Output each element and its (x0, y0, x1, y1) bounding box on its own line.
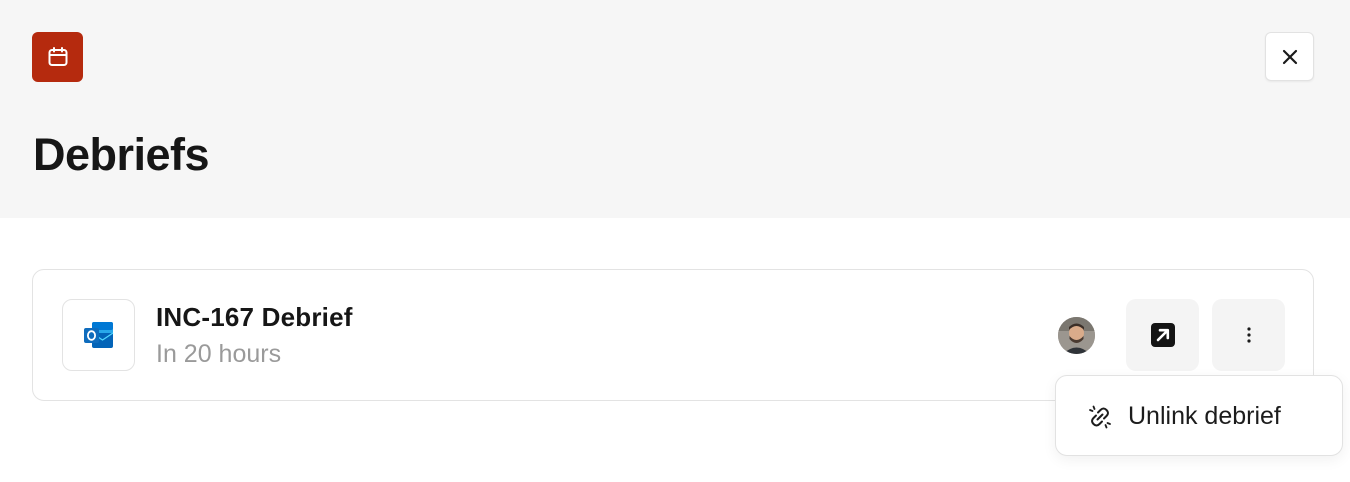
debrief-title[interactable]: INC-167 Debrief (156, 301, 353, 333)
unlink-icon (1087, 404, 1113, 430)
user-avatar[interactable] (1058, 317, 1095, 354)
debrief-options-menu: Unlink debrief (1055, 375, 1343, 456)
close-button[interactable] (1265, 32, 1314, 81)
debrief-time: In 20 hours (156, 340, 282, 368)
menu-item-unlink-debrief[interactable]: Unlink debrief (1056, 376, 1342, 455)
more-vertical-icon (1246, 326, 1252, 344)
drawer-header: Debriefs (0, 0, 1350, 218)
outlook-icon (62, 299, 135, 371)
close-icon (1280, 47, 1300, 67)
more-options-button[interactable] (1212, 299, 1285, 371)
open-external-arrow-icon (1150, 322, 1176, 348)
menu-item-label: Unlink debrief (1128, 402, 1281, 430)
calendar-icon (32, 32, 83, 82)
open-debrief-button[interactable] (1126, 299, 1199, 371)
page-title: Debriefs (33, 129, 210, 180)
